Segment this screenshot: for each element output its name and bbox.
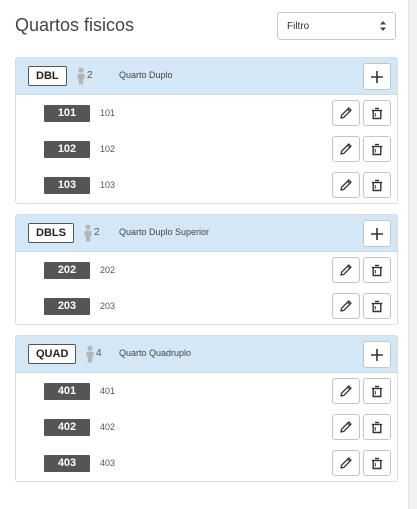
room-number-badge: 202	[44, 262, 90, 279]
person-icon	[76, 67, 86, 85]
room-row: 101 101	[16, 95, 397, 131]
edit-room-button[interactable]	[332, 172, 360, 198]
trash-icon	[370, 420, 384, 434]
room-type-name: Quarto Quadruplo	[119, 348, 192, 358]
trash-icon	[370, 178, 384, 192]
room-number-badge: 402	[44, 419, 90, 436]
add-room-button[interactable]	[363, 220, 391, 247]
room-type-group: DBLS 2 Quarto Duplo Superior 202 202 203…	[15, 214, 398, 325]
plus-icon	[370, 348, 384, 362]
pencil-icon	[339, 299, 353, 313]
room-row: 403 403	[16, 445, 397, 481]
room-type-header: QUAD 4 Quarto Quadruplo	[16, 336, 397, 373]
add-room-button[interactable]	[363, 63, 391, 90]
page-header: Quartos fisicos Filtro	[0, 0, 405, 55]
pencil-icon	[339, 456, 353, 470]
pencil-icon	[339, 384, 353, 398]
room-type-header: DBL 2 Quarto Duplo	[16, 58, 397, 95]
edit-room-button[interactable]	[332, 257, 360, 283]
trash-icon	[370, 456, 384, 470]
room-type-group: DBL 2 Quarto Duplo 101 101 102 102 103 1…	[15, 57, 398, 204]
room-type-code: QUAD	[28, 344, 77, 364]
delete-room-button[interactable]	[363, 257, 391, 283]
room-list: 101 101 102 102 103 103	[16, 95, 397, 203]
pencil-icon	[339, 106, 353, 120]
delete-room-button[interactable]	[363, 100, 391, 126]
person-icon	[83, 224, 93, 242]
room-number-badge: 102	[44, 141, 90, 158]
pencil-icon	[339, 142, 353, 156]
pencil-icon	[339, 420, 353, 434]
room-name: 202	[100, 265, 116, 275]
edit-room-button[interactable]	[332, 450, 360, 476]
delete-room-button[interactable]	[363, 378, 391, 404]
edit-room-button[interactable]	[332, 100, 360, 126]
delete-room-button[interactable]	[363, 293, 391, 319]
trash-icon	[370, 142, 384, 156]
trash-icon	[370, 106, 384, 120]
room-list: 401 401 402 402 403 403	[16, 373, 397, 481]
pencil-icon	[339, 263, 353, 277]
room-name: 203	[100, 301, 116, 311]
room-type-name: Quarto Duplo Superior	[119, 227, 210, 237]
room-number-badge: 103	[44, 177, 90, 194]
trash-icon	[370, 299, 384, 313]
person-icon	[85, 345, 95, 363]
room-row: 401 401	[16, 373, 397, 409]
pencil-icon	[339, 178, 353, 192]
updown-arrows-icon	[379, 20, 387, 32]
delete-room-button[interactable]	[363, 136, 391, 162]
room-row: 402 402	[16, 409, 397, 445]
room-row: 103 103	[16, 167, 397, 203]
room-capacity: 2	[94, 227, 100, 238]
trash-icon	[370, 263, 384, 277]
room-name: 101	[100, 108, 116, 118]
room-name: 401	[100, 386, 116, 396]
room-row: 202 202	[16, 252, 397, 288]
scrollbar[interactable]	[408, 0, 417, 509]
room-number-badge: 403	[44, 455, 90, 472]
room-number-badge: 203	[44, 298, 90, 315]
room-number-badge: 401	[44, 383, 90, 400]
filter-select[interactable]: Filtro	[277, 12, 396, 40]
delete-room-button[interactable]	[363, 172, 391, 198]
room-name: 403	[100, 458, 116, 468]
trash-icon	[370, 384, 384, 398]
room-name: 102	[100, 144, 116, 154]
room-row: 102 102	[16, 131, 397, 167]
room-name: 402	[100, 422, 116, 432]
room-number-badge: 101	[44, 105, 90, 122]
room-type-code: DBL	[28, 66, 67, 86]
edit-room-button[interactable]	[332, 136, 360, 162]
delete-room-button[interactable]	[363, 414, 391, 440]
room-row: 203 203	[16, 288, 397, 324]
plus-icon	[370, 227, 384, 241]
room-capacity: 2	[87, 70, 93, 81]
plus-icon	[370, 70, 384, 84]
edit-room-button[interactable]	[332, 293, 360, 319]
room-name: 103	[100, 180, 116, 190]
filter-select-value: Filtro	[287, 21, 310, 32]
room-type-group: QUAD 4 Quarto Quadruplo 401 401 402 402	[15, 335, 398, 482]
room-type-header: DBLS 2 Quarto Duplo Superior	[16, 215, 397, 252]
edit-room-button[interactable]	[332, 378, 360, 404]
page-title: Quartos fisicos	[15, 15, 135, 35]
room-list: 202 202 203 203	[16, 252, 397, 324]
edit-room-button[interactable]	[332, 414, 360, 440]
room-type-code: DBLS	[28, 223, 74, 243]
delete-room-button[interactable]	[363, 450, 391, 476]
room-type-name: Quarto Duplo	[119, 70, 173, 80]
add-room-button[interactable]	[363, 341, 391, 368]
room-type-list: DBL 2 Quarto Duplo 101 101 102 102 103 1…	[15, 57, 398, 492]
room-capacity: 4	[96, 348, 102, 359]
